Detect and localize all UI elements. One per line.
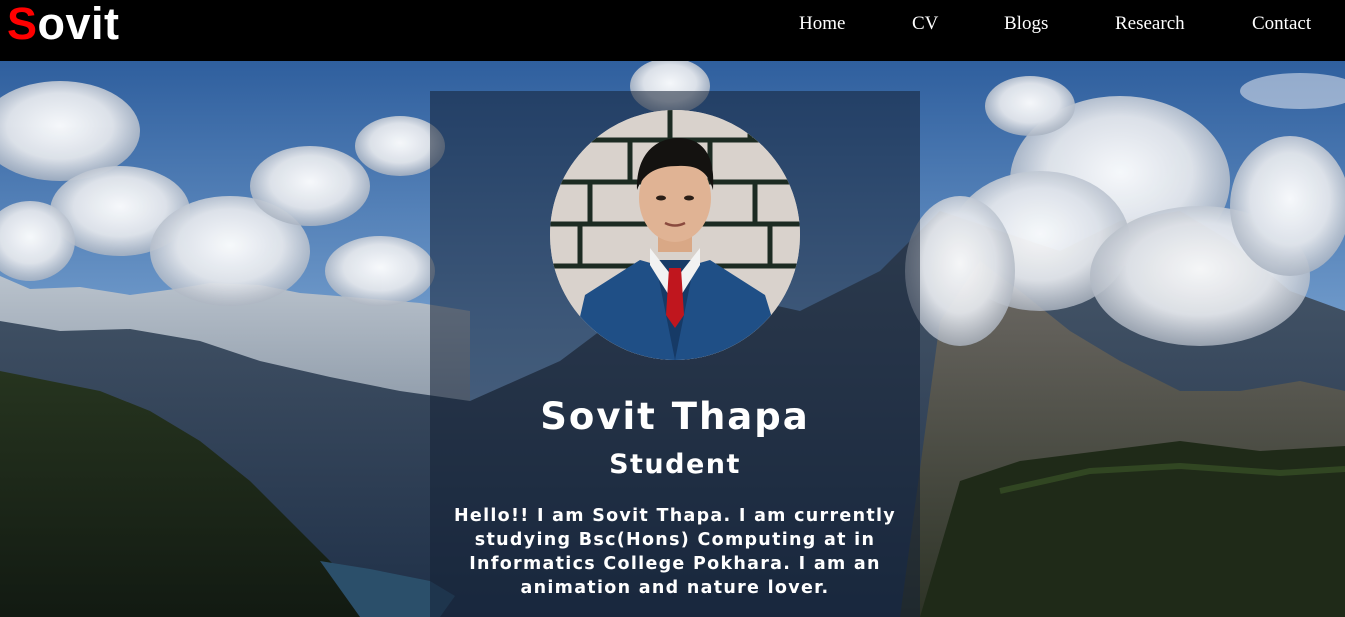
nav-research-link[interactable]: Research — [1115, 13, 1185, 35]
profile-photo — [550, 110, 800, 360]
profile-photo-image — [550, 110, 800, 360]
nav-blogs-link[interactable]: Blogs — [1004, 13, 1048, 35]
nav-home-link[interactable]: Home — [799, 13, 845, 35]
profile-role: Student — [609, 449, 741, 480]
site-logo[interactable]: Sovit — [7, 0, 120, 50]
nav-cv-link[interactable]: CV — [912, 13, 938, 35]
profile-bio: Hello!! I am Sovit Thapa. I am currently… — [453, 506, 897, 598]
profile-card: Sovit Thapa Student Hello!! I am Sovit T… — [430, 91, 920, 617]
nav-contact-link[interactable]: Contact — [1252, 13, 1311, 35]
logo-first-letter: S — [7, 0, 38, 49]
navbar: Sovit Home CV Blogs Research Contact — [0, 0, 1345, 61]
profile-name: Sovit Thapa — [540, 395, 810, 438]
logo-rest: ovit — [37, 0, 120, 49]
